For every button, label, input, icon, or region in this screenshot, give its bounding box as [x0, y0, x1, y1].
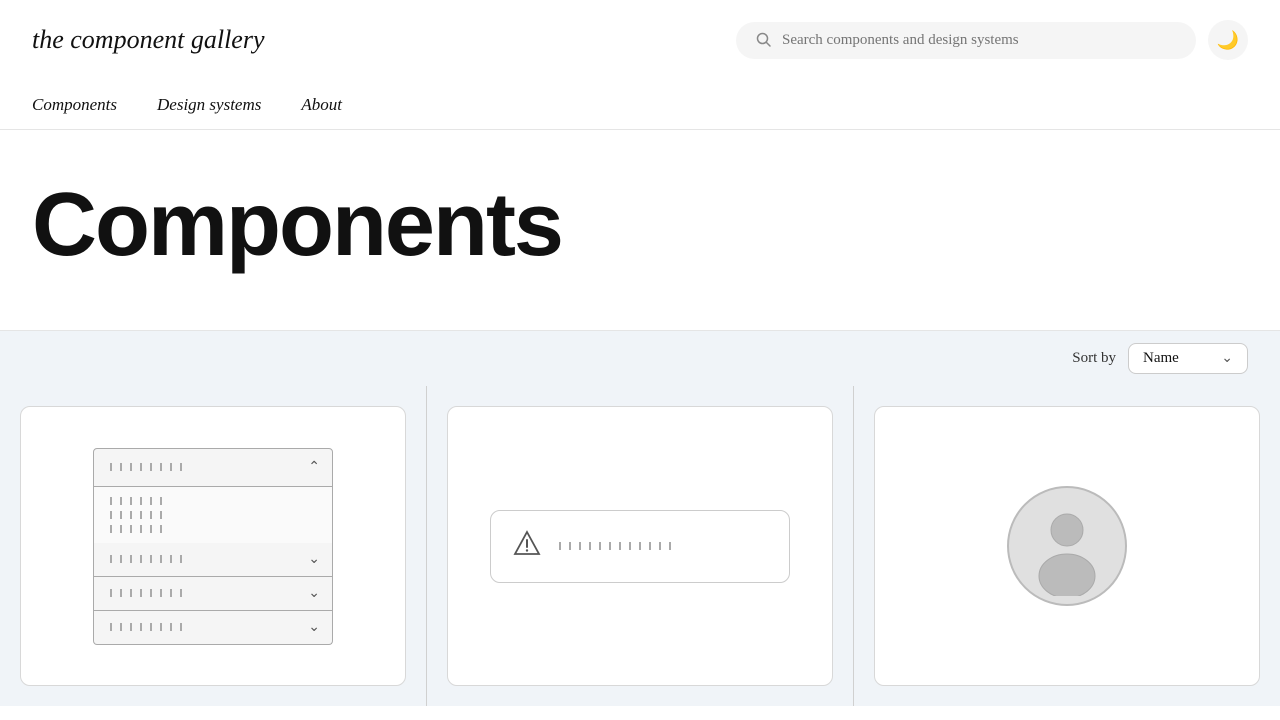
- wavy-line: [106, 623, 186, 631]
- dark-mode-icon: 🌙: [1217, 30, 1239, 51]
- wavy-line: [106, 497, 166, 505]
- toolbar: Sort by Name ⌄: [0, 331, 1280, 386]
- chevron-down-icon: ⌄: [1221, 350, 1233, 367]
- avatar-illustration: [1007, 486, 1127, 606]
- accordion-row-2: ⌄: [93, 577, 333, 611]
- accordion-row-1: ⌄: [93, 543, 333, 577]
- sort-value: Name: [1143, 350, 1179, 367]
- accordion-body: [93, 487, 333, 543]
- component-card-alert[interactable]: [447, 406, 833, 686]
- component-card-accordion[interactable]: ⌃ ⌄ ⌄ ⌄: [20, 406, 406, 686]
- search-bar[interactable]: [736, 22, 1196, 59]
- cards-grid: ⌃ ⌄ ⌄ ⌄: [0, 386, 1280, 706]
- avatar-circle: [1007, 486, 1127, 606]
- wavy-line: [106, 589, 186, 597]
- hero-section: Components: [0, 130, 1280, 331]
- site-title[interactable]: the component gallery: [32, 25, 265, 55]
- card-column-alert: [427, 386, 854, 706]
- alert-illustration: [490, 510, 790, 583]
- main-nav: Components Design systems About: [0, 80, 1280, 130]
- wavy-line: [106, 511, 166, 519]
- accordion-header: ⌃: [93, 448, 333, 487]
- wavy-line: [106, 463, 186, 471]
- header-right: 🌙: [736, 20, 1248, 60]
- alert-warning-icon: [513, 529, 541, 564]
- search-input[interactable]: [782, 32, 1176, 49]
- nav-item-components[interactable]: Components: [32, 95, 117, 115]
- sort-label: Sort by: [1072, 350, 1116, 367]
- nav-item-about[interactable]: About: [301, 95, 342, 115]
- search-icon: [756, 32, 772, 48]
- card-column-accordion: ⌃ ⌄ ⌄ ⌄: [0, 386, 427, 706]
- wavy-line: [106, 555, 186, 563]
- site-header: the component gallery 🌙: [0, 0, 1280, 80]
- dark-mode-button[interactable]: 🌙: [1208, 20, 1248, 60]
- accordion-chevron-down-3: ⌄: [308, 619, 320, 636]
- accordion-chevron-up: ⌃: [308, 459, 320, 476]
- wavy-line: [106, 525, 166, 533]
- page-title: Components: [32, 180, 1248, 270]
- nav-item-design-systems[interactable]: Design systems: [157, 95, 261, 115]
- accordion-illustration: ⌃ ⌄ ⌄ ⌄: [93, 448, 333, 645]
- component-card-avatar[interactable]: [874, 406, 1260, 686]
- accordion-chevron-down-1: ⌄: [308, 551, 320, 568]
- card-column-avatar: [854, 386, 1280, 706]
- accordion-row-3: ⌄: [93, 611, 333, 645]
- sort-select[interactable]: Name ⌄: [1128, 343, 1248, 374]
- avatar-person-icon: [1017, 496, 1117, 596]
- alert-wavy-text: [555, 542, 675, 550]
- accordion-chevron-down-2: ⌄: [308, 585, 320, 602]
